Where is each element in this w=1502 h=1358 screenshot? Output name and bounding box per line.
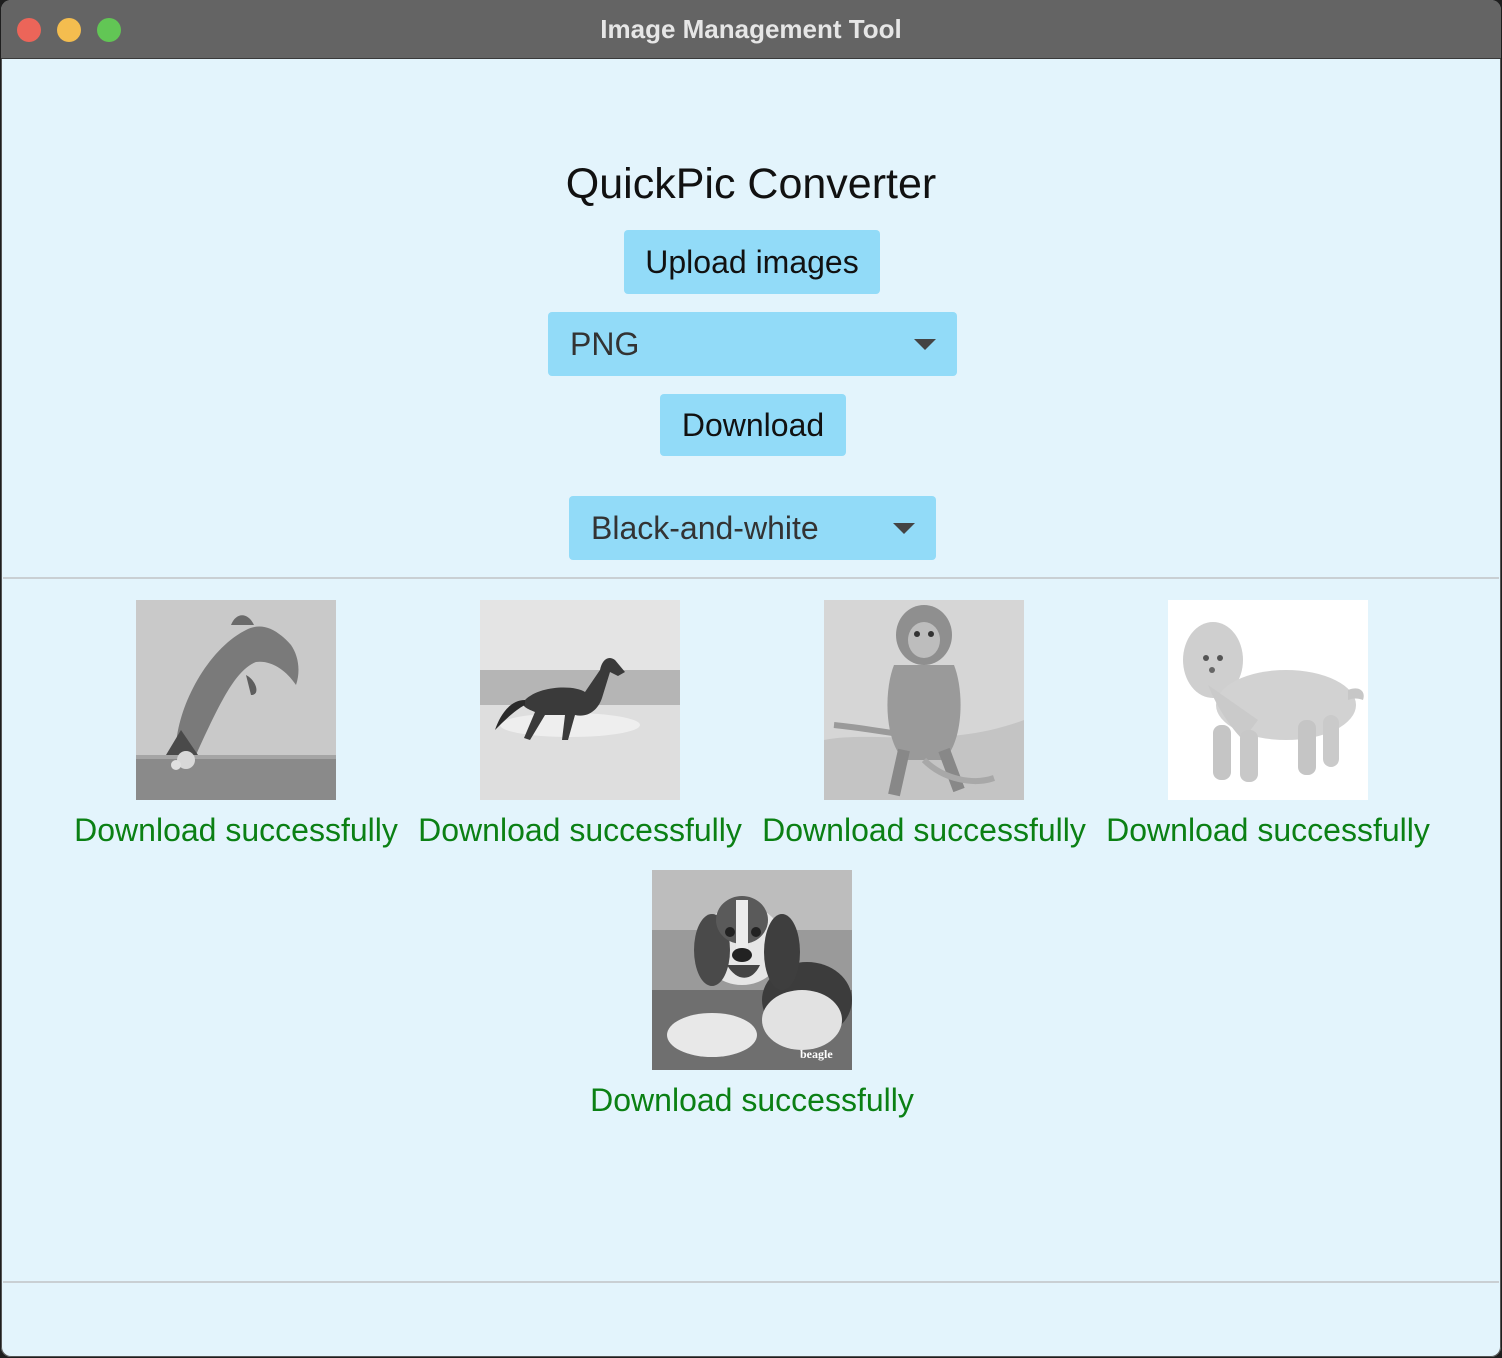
title-bar: Image Management Tool (1, 0, 1501, 59)
chevron-down-icon (893, 523, 915, 534)
format-select[interactable]: PNG (548, 312, 957, 376)
app-title: QuickPic Converter (565, 160, 937, 208)
window-title: Image Management Tool (600, 14, 902, 44)
download-status-2: Download successfully (418, 812, 742, 848)
download-status-4: Download successfully (1106, 812, 1430, 848)
chevron-down-icon (914, 339, 936, 350)
dolphin-image (136, 600, 336, 800)
horse-image (480, 600, 680, 800)
beagle-image: beagle (652, 870, 852, 1070)
download-status-1: Download successfully (74, 812, 398, 848)
monkey-image (824, 600, 1024, 800)
filter-select[interactable]: Black-and-white (569, 496, 936, 560)
download-status-5: Download successfully (590, 1082, 914, 1118)
format-select-value: PNG (570, 326, 640, 362)
filter-select-value: Black-and-white (591, 510, 819, 546)
download-button[interactable]: Download (660, 394, 846, 456)
download-status-3: Download successfully (762, 812, 1086, 848)
app-window: Image Management Tool QuickPic Converter… (1, 0, 1501, 1357)
upload-images-button[interactable]: Upload images (624, 230, 880, 294)
beagle-watermark: beagle (800, 1047, 833, 1061)
poodle-image (1168, 600, 1368, 800)
gallery-top-divider (3, 577, 1499, 579)
gallery-bottom-divider (3, 1281, 1499, 1283)
